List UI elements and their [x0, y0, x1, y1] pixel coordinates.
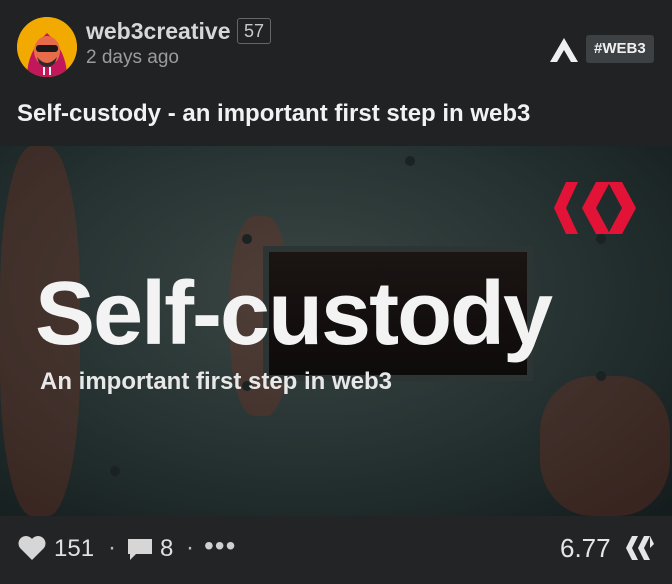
payout-value[interactable]: 6.77	[560, 533, 611, 564]
avatar[interactable]	[17, 17, 77, 77]
separator-dot: ·	[108, 534, 116, 561]
post-thumbnail[interactable]: Self-custody An important first step in …	[0, 146, 672, 516]
separator-dot: ·	[186, 534, 194, 561]
image-subheading: An important first step in web3	[40, 368, 393, 395]
heart-icon[interactable]	[17, 535, 47, 561]
post-timestamp[interactable]: 2 days ago	[86, 47, 179, 69]
comment-count[interactable]: 8	[160, 535, 173, 563]
community-tag[interactable]: #WEB3	[586, 35, 654, 63]
app-logo-icon[interactable]	[548, 36, 580, 64]
author-username[interactable]: web3creative	[86, 18, 230, 45]
hive-icon	[626, 536, 654, 560]
avatar-hooded-figure-icon	[17, 17, 77, 77]
author-reputation-badge: 57	[237, 18, 272, 44]
vote-count[interactable]: 151	[54, 535, 94, 563]
more-options-button[interactable]: •••	[204, 530, 236, 562]
comment-icon[interactable]	[126, 536, 154, 562]
post-title[interactable]: Self-custody - an important first step i…	[17, 100, 530, 128]
hive-logo-icon	[554, 182, 636, 234]
image-heading: Self-custody	[35, 264, 553, 364]
